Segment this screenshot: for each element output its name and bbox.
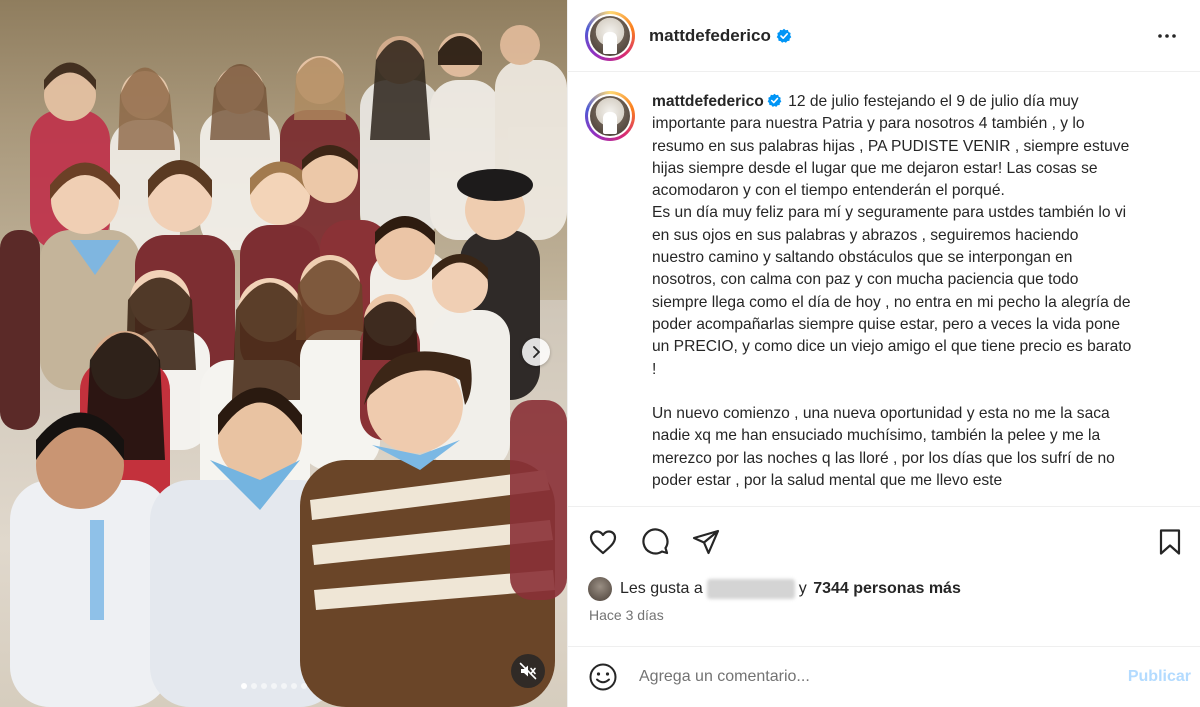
verified-badge-icon (776, 28, 792, 43)
chevron-right-icon (533, 346, 540, 358)
carousel-dot (251, 683, 257, 689)
comment-bubble-icon (642, 528, 669, 555)
liker-avatar (588, 577, 612, 601)
carousel-dot (301, 683, 307, 689)
likes-prefix: Les gusta a (620, 580, 703, 597)
caption-body: 12 de julio festejando el 9 de julio día… (652, 93, 1132, 490)
like-button[interactable] (588, 527, 618, 557)
author-avatar-story-ring[interactable] (585, 10, 635, 61)
save-button[interactable] (1155, 527, 1185, 557)
carousel-indicator (241, 683, 307, 689)
paper-plane-icon (692, 529, 720, 555)
carousel-dot (261, 683, 267, 689)
publish-comment-button[interactable]: Publicar (1128, 668, 1191, 686)
photo-children-group (0, 25, 567, 707)
post-actions-bar (568, 506, 1200, 572)
carousel-dot (241, 683, 247, 689)
post-options-button[interactable] (1155, 24, 1179, 48)
post-media-photo[interactable] (0, 0, 567, 707)
verified-badge-icon (767, 93, 782, 107)
post-caption: mattdefederico 12 de julio festejando el… (652, 91, 1132, 505)
likes-count[interactable]: 7344 personas más (813, 580, 961, 598)
post-details-panel: mattdefederico mattdefederico 12 de juli… (567, 0, 1200, 707)
more-horizontal-icon (1158, 34, 1176, 38)
post-date[interactable]: Hace 3 días (589, 607, 664, 623)
author-username[interactable]: mattdefederico (649, 26, 771, 46)
bookmark-icon (1159, 529, 1181, 555)
add-comment-bar: Publicar (568, 646, 1200, 707)
emoji-picker-button[interactable] (588, 662, 618, 692)
caption-author-avatar[interactable] (585, 91, 635, 141)
caption-avatar-image (590, 96, 630, 136)
carousel-dot (271, 683, 277, 689)
likes-summary[interactable]: Les gusta a y 7344 personas más (588, 576, 961, 602)
speaker-muted-icon (519, 662, 537, 680)
share-button[interactable] (691, 527, 721, 557)
post-caption-section: mattdefederico 12 de julio festejando el… (568, 73, 1200, 505)
comment-button[interactable] (640, 527, 670, 557)
author-avatar (590, 15, 630, 56)
smiley-icon (589, 663, 617, 691)
heart-icon (589, 530, 617, 555)
likes-connector: y (798, 580, 807, 597)
carousel-dot (281, 683, 287, 689)
carousel-dot (291, 683, 297, 689)
carousel-next-button[interactable] (522, 338, 550, 366)
comment-input[interactable] (639, 668, 1079, 686)
blurred-liker-name (706, 579, 795, 599)
mute-toggle-button[interactable] (511, 654, 545, 688)
post-header: mattdefederico (568, 0, 1200, 72)
caption-username[interactable]: mattdefederico (652, 93, 764, 110)
